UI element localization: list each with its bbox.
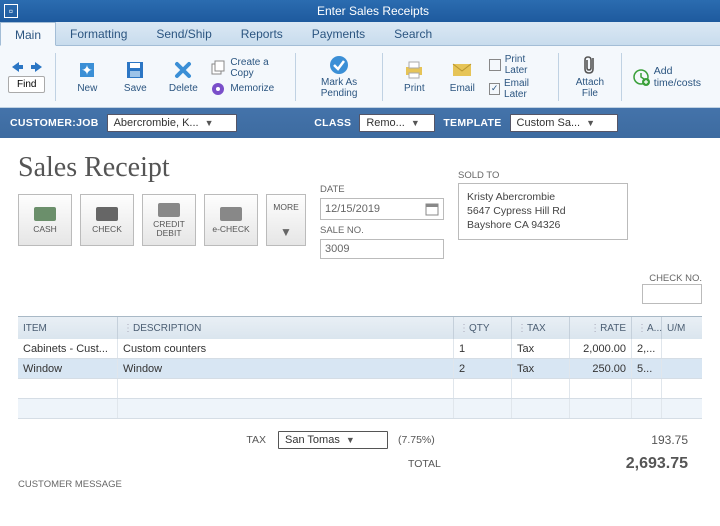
pay-echeck-button[interactable]: e-CHECK	[204, 194, 258, 246]
tab-main[interactable]: Main	[0, 22, 56, 46]
saleno-label: SALE NO.	[320, 225, 444, 236]
checkbox-checked-icon: ✓	[489, 83, 500, 95]
email-icon	[451, 59, 473, 81]
table-row[interactable]: .	[18, 399, 702, 419]
saleno-input[interactable]: 3009	[320, 239, 444, 259]
chevron-down-icon: ▼	[411, 118, 420, 128]
col-amount[interactable]: ⋮A...	[632, 317, 662, 339]
tab-reports[interactable]: Reports	[227, 22, 298, 45]
checkbox-unchecked-icon	[489, 59, 500, 71]
find-button[interactable]: Find	[8, 76, 45, 93]
window-title: Enter Sales Receipts	[26, 4, 720, 18]
table-row[interactable]: WindowWindow2Tax250.005...	[18, 359, 702, 379]
customer-message-label: CUSTOMER MESSAGE	[18, 479, 702, 490]
tab-sendship[interactable]: Send/Ship	[142, 22, 226, 45]
attach-file-button[interactable]: Attach File	[569, 52, 611, 102]
tab-payments[interactable]: Payments	[298, 22, 380, 45]
clock-plus-icon	[632, 68, 650, 86]
total-label: TOTAL	[408, 458, 441, 470]
prev-icon[interactable]	[9, 60, 25, 74]
paperclip-icon	[579, 54, 601, 76]
tax-percent: (7.75%)	[398, 434, 435, 446]
add-time-costs-button[interactable]: Add time/costs	[632, 65, 712, 89]
email-button[interactable]: Email	[441, 52, 483, 102]
save-icon	[124, 59, 146, 81]
tab-formatting[interactable]: Formatting	[56, 22, 142, 45]
cash-icon	[34, 207, 56, 221]
template-label: TEMPLATE	[443, 117, 501, 129]
customer-dropdown[interactable]: Abercrombie, K...▼	[107, 114, 237, 132]
chevron-down-icon: ▼	[205, 118, 214, 128]
memorize-button[interactable]: Memorize	[210, 81, 285, 97]
email-later-toggle[interactable]: ✓ Email Later	[489, 78, 548, 100]
total-amount: 2,693.75	[626, 455, 702, 473]
col-qty[interactable]: ⋮ QTY	[454, 317, 512, 339]
payment-methods: CASH CHECK CREDIT DEBIT e-CHECK MORE▼	[18, 194, 306, 246]
pay-credit-button[interactable]: CREDIT DEBIT	[142, 194, 196, 246]
card-icon	[158, 203, 180, 217]
nav-group: Find	[8, 60, 45, 93]
table-row[interactable]: Cabinets - Cust...Custom counters1Tax2,0…	[18, 339, 702, 359]
date-input[interactable]: 12/15/2019	[320, 198, 444, 220]
col-um[interactable]: U/M	[662, 317, 702, 339]
class-dropdown[interactable]: Remo...▼	[359, 114, 435, 132]
tax-dropdown[interactable]: San Tomas▼	[278, 431, 388, 449]
calendar-icon[interactable]	[425, 202, 439, 216]
template-dropdown[interactable]: Custom Sa...▼	[510, 114, 618, 132]
pay-more-button[interactable]: MORE▼	[266, 194, 306, 246]
date-label: DATE	[320, 184, 444, 195]
create-copy-button[interactable]: Create a Copy	[210, 57, 285, 79]
soldto-box[interactable]: Kristy Abercrombie 5647 Cypress Hill Rd …	[458, 183, 628, 240]
line-items-grid: ITEM ⋮ DESCRIPTION ⋮ QTY ⋮ TAX ⋮ RATE ⋮A…	[18, 316, 702, 419]
check-icon	[328, 54, 350, 76]
memorize-icon	[210, 81, 226, 97]
chevron-down-icon: ▼	[346, 435, 355, 445]
mark-pending-button[interactable]: Mark As Pending	[306, 52, 373, 102]
chevron-down-icon: ▼	[586, 118, 595, 128]
print-later-toggle[interactable]: Print Later	[489, 54, 548, 76]
print-icon	[403, 59, 425, 81]
tax-label: TAX	[18, 434, 278, 446]
pay-cash-button[interactable]: CASH	[18, 194, 72, 246]
ribbon-tabs: Main Formatting Send/Ship Reports Paymen…	[0, 22, 720, 46]
save-button[interactable]: Save	[114, 52, 156, 102]
svg-text:✦: ✦	[81, 62, 93, 78]
tax-amount: 193.75	[651, 433, 702, 447]
new-button[interactable]: ✦ New	[66, 52, 108, 102]
checkno-input[interactable]	[642, 284, 702, 304]
check-icon	[96, 207, 118, 221]
copy-icon	[210, 60, 226, 76]
delete-button[interactable]: Delete	[162, 52, 204, 102]
delete-icon	[172, 59, 194, 81]
checkno-group: CHECK NO.	[642, 273, 702, 304]
chevron-down-icon: ▼	[280, 225, 292, 239]
col-item[interactable]: ITEM	[18, 317, 118, 339]
col-rate[interactable]: ⋮ RATE	[570, 317, 632, 339]
new-icon: ✦	[76, 59, 98, 81]
table-row[interactable]: .	[18, 379, 702, 399]
ribbon: Find ✦ New Save Delete Create a Copy Mem…	[0, 46, 720, 108]
window-menu-icon[interactable]: ▫	[4, 4, 18, 18]
next-icon[interactable]	[29, 60, 45, 74]
titlebar: ▫ Enter Sales Receipts	[0, 0, 720, 22]
print-button[interactable]: Print	[393, 52, 435, 102]
col-tax[interactable]: ⋮ TAX	[512, 317, 570, 339]
echeck-icon	[220, 207, 242, 221]
page-title: Sales Receipt	[18, 152, 306, 184]
checkno-label: CHECK NO.	[642, 273, 702, 284]
customer-label: CUSTOMER:JOB	[10, 117, 99, 129]
customer-bar: CUSTOMER:JOB Abercrombie, K...▼ CLASS Re…	[0, 108, 720, 138]
col-desc[interactable]: ⋮ DESCRIPTION	[118, 317, 454, 339]
tab-search[interactable]: Search	[380, 22, 447, 45]
pay-check-button[interactable]: CHECK	[80, 194, 134, 246]
class-label: CLASS	[314, 117, 351, 129]
soldto-label: SOLD TO	[458, 170, 628, 181]
